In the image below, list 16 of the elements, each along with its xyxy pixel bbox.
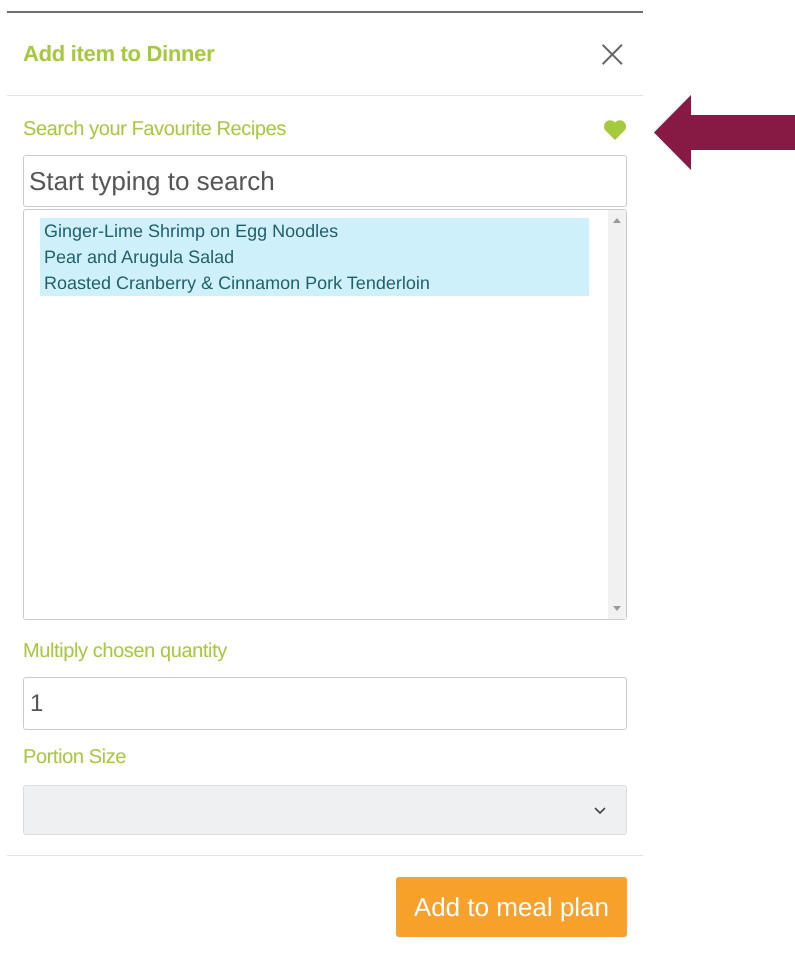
portion-label: Portion Size xyxy=(23,746,126,769)
chevron-down-icon xyxy=(594,806,606,814)
search-field[interactable]: Start typing to search xyxy=(23,155,627,207)
recipe-item[interactable]: Pear and Arugula Salad xyxy=(40,244,589,270)
dialog-title: Add item to Dinner xyxy=(23,41,214,67)
recipe-list[interactable]: Ginger-Lime Shrimp on Egg Noodles Pear and Arugula Salad Roasted Cranberry & Cinnamon Pork Tenderloin xyxy=(23,209,627,620)
close-button[interactable]: × xyxy=(595,34,629,74)
scrollbar[interactable] xyxy=(608,210,626,619)
heart-icon[interactable] xyxy=(603,118,627,140)
scroll-up-icon[interactable] xyxy=(613,218,621,223)
quantity-label: Multiply chosen quantity xyxy=(23,640,227,663)
quantity-field[interactable]: 1 xyxy=(23,677,627,730)
scroll-down-icon[interactable] xyxy=(613,606,621,611)
search-label: Search your Favourite Recipes xyxy=(23,118,286,141)
recipe-item[interactable]: Ginger-Lime Shrimp on Egg Noodles xyxy=(40,218,589,244)
recipe-item[interactable]: Roasted Cranberry & Cinnamon Pork Tenderloin xyxy=(40,270,589,296)
